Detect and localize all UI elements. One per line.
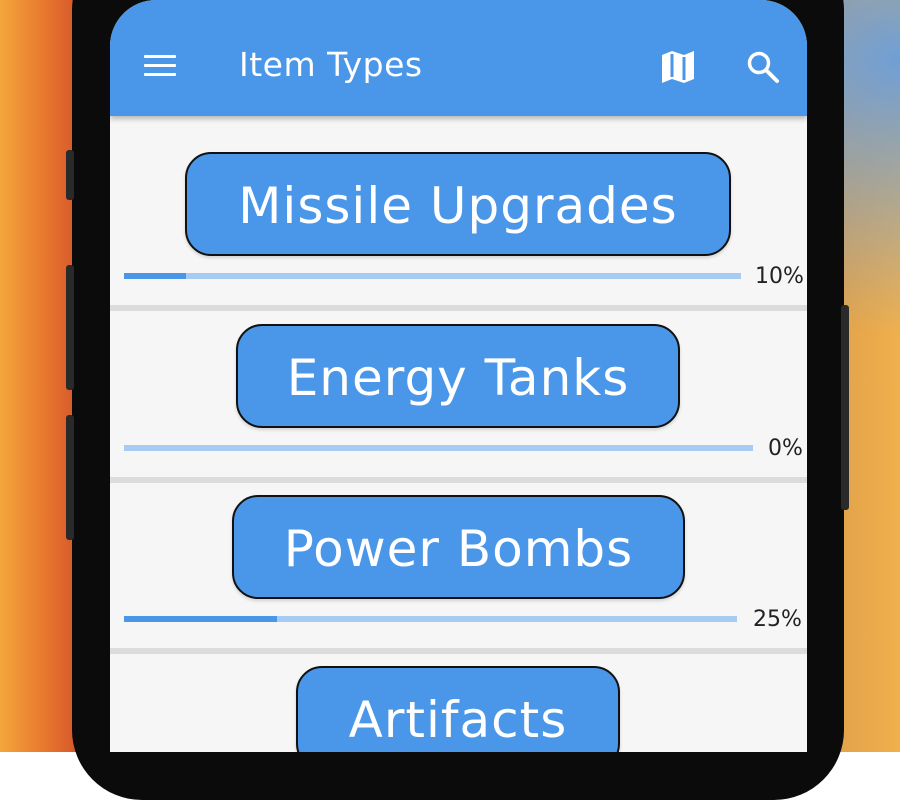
progress-label: 0% <box>768 436 803 461</box>
phone-power-button <box>841 305 849 510</box>
progress-label: 10% <box>755 264 804 289</box>
progress-fill <box>124 273 186 279</box>
progress-bar <box>124 273 741 279</box>
item-button-energy-tanks[interactable]: Energy Tanks <box>236 324 680 428</box>
app-screen: Item Types Missile Upgrades 10% Energy T… <box>110 0 807 752</box>
item-button-artifacts[interactable]: Artifacts <box>296 666 620 752</box>
menu-icon[interactable] <box>144 55 176 77</box>
item-button-missile-upgrades[interactable]: Missile Upgrades <box>185 152 731 256</box>
list-item: Artifacts <box>110 630 807 752</box>
progress-bar <box>124 445 753 451</box>
item-button-power-bombs[interactable]: Power Bombs <box>232 495 685 599</box>
page-title: Item Types <box>239 45 423 84</box>
list-item: Power Bombs 25% <box>110 459 807 632</box>
map-icon[interactable] <box>660 50 696 84</box>
progress-label: 25% <box>753 607 802 632</box>
progress-fill <box>124 616 278 622</box>
phone-volume-up <box>66 265 74 390</box>
app-bar: Item Types <box>110 0 807 116</box>
list-item: Missile Upgrades 10% <box>110 116 807 289</box>
phone-volume-down <box>66 415 74 540</box>
list-item: Energy Tanks 0% <box>110 288 807 461</box>
search-icon[interactable] <box>746 50 780 84</box>
progress-bar <box>124 616 737 622</box>
phone-side-button <box>66 150 74 200</box>
